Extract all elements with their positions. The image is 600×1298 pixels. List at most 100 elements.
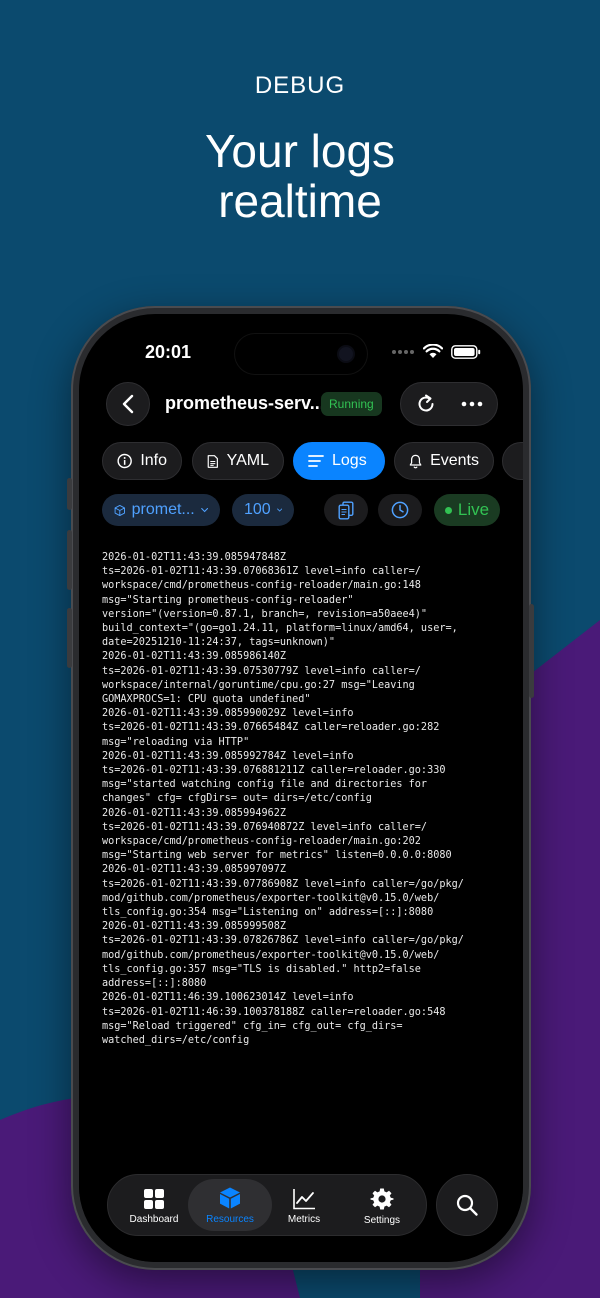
log-line: tls_config.go:357 msg="TLS is disabled."…	[102, 963, 421, 975]
side-button-right	[529, 604, 534, 698]
search-icon	[456, 1194, 478, 1216]
log-line: 2026-01-02T11:43:39.085986140Z	[102, 651, 287, 663]
log-line: 2026-01-02T11:43:39.085997097Z	[102, 864, 287, 876]
tabbar-metrics[interactable]: Metrics	[268, 1175, 340, 1237]
tab-logs[interactable]: Logs	[293, 442, 385, 480]
status-badge: Running	[321, 392, 382, 416]
log-line: msg="Starting web server for metrics" li…	[102, 850, 452, 862]
phone-screen: 20:01 prometheus-serv... Running Info YA…	[79, 314, 523, 1262]
search-button[interactable]	[436, 1174, 498, 1236]
dynamic-island	[235, 334, 367, 374]
tabbar-resources-label: Resources	[206, 1213, 254, 1225]
side-button-left-2	[67, 530, 72, 590]
log-line: workspace/cmd/prometheus-config-reloader…	[102, 836, 421, 848]
wifi-icon	[423, 344, 443, 358]
log-line: date=20251210-11:24:37, tags=unknown)"	[102, 637, 336, 649]
log-line: ts=2026-01-02T11:43:39.07786908Z level=i…	[102, 878, 464, 890]
refresh-icon	[418, 394, 434, 412]
container-select[interactable]: promet...	[102, 494, 220, 526]
chevron-left-icon	[122, 394, 134, 414]
copy-button[interactable]	[324, 494, 368, 526]
clock-icon	[391, 501, 409, 519]
live-dot-icon	[444, 506, 452, 514]
line-count-value: 100	[244, 501, 271, 518]
promo-eyebrow: DEBUG	[254, 72, 346, 99]
side-button-left-1	[67, 478, 72, 510]
side-button-left-3	[67, 608, 72, 668]
header-actions	[400, 382, 498, 426]
log-line: msg="Reload triggered" cfg_in= cfg_out= …	[102, 1020, 403, 1032]
refresh-button[interactable]	[415, 393, 437, 415]
log-line: mod/github.com/prometheus/exporter-toolk…	[102, 892, 440, 904]
tab-info-label: Info	[140, 452, 167, 469]
more-button[interactable]	[461, 401, 483, 407]
log-line: ts=2026-01-02T11:43:39.076940872Z level=…	[102, 821, 428, 833]
tabbar-resources[interactable]: Resources	[188, 1179, 272, 1231]
tabbar-metrics-label: Metrics	[287, 1213, 321, 1225]
log-line: ts=2026-01-02T11:43:39.07665484Z caller=…	[102, 722, 440, 734]
tab-yaml-label: YAML	[226, 452, 269, 469]
tabbar-dashboard-label: Dashboard	[129, 1213, 179, 1225]
cube-icon	[220, 1187, 240, 1208]
back-button[interactable]	[106, 382, 150, 426]
log-line: msg="started watching config file and di…	[102, 779, 428, 791]
gear-icon	[370, 1188, 394, 1209]
tabbar-settings-label: Settings	[363, 1214, 401, 1226]
live-label: Live	[457, 500, 490, 519]
log-line: 2026-01-02T11:43:39.085947848Z	[102, 552, 287, 563]
tab-yaml[interactable]: YAML	[192, 442, 284, 480]
log-line: watched_dirs=/etc/config	[102, 1034, 250, 1046]
log-line: 2026-01-02T11:43:39.085992784Z level=inf…	[102, 750, 354, 762]
tabbar-dashboard[interactable]: Dashboard	[118, 1175, 190, 1237]
log-line: msg="reloading via HTTP"	[102, 736, 250, 748]
log-line: ts=2026-01-02T11:43:39.07826786Z level=i…	[102, 935, 464, 947]
log-line: GOMAXPROCS=1: CPU quota undefined"	[102, 694, 311, 706]
signal-dots-icon	[392, 349, 414, 354]
battery-icon	[451, 344, 481, 359]
log-line: mod/github.com/prometheus/exporter-toolk…	[102, 949, 440, 961]
log-line: version="(version=0.87.1, branch=, revis…	[102, 608, 428, 620]
log-line: build_context="(go=go1.24.11, platform=l…	[102, 623, 458, 635]
status-time: 20:01	[145, 342, 192, 362]
headline-line-1: Your logs	[204, 125, 396, 177]
tab-logs-label: Logs	[332, 452, 367, 469]
log-line: 2026-01-02T11:43:39.085999508Z	[102, 921, 287, 933]
log-output[interactable]: 2026-01-02T11:43:39.085947848Z ts=2026-01…	[79, 536, 523, 1262]
tab-overflow[interactable]	[502, 442, 523, 480]
log-line: address=[::]:8080	[102, 978, 207, 990]
line-count-select[interactable]: 100	[232, 494, 294, 526]
log-line: ts=2026-01-02T11:43:39.07530779Z level=i…	[102, 665, 421, 677]
tabbar-settings[interactable]: Settings	[346, 1175, 418, 1237]
chevron-down-icon	[200, 508, 208, 513]
timestamp-toggle[interactable]	[378, 494, 422, 526]
log-line: tls_config.go:354 msg="Listening on" add…	[102, 907, 434, 919]
log-line: ts=2026-01-02T11:46:39.100378188Z caller…	[102, 1006, 446, 1018]
pod-title: prometheus-serv...	[165, 393, 321, 413]
copy-icon	[338, 501, 354, 520]
status-icons	[391, 344, 481, 359]
document-icon	[207, 454, 218, 468]
grid-icon	[144, 1188, 164, 1209]
log-line: 2026-01-02T11:43:39.085994962Z	[102, 807, 287, 819]
log-line: workspace/cmd/prometheus-config-reloader…	[102, 580, 421, 592]
promo-headline: Your logs realtime	[0, 126, 600, 226]
chart-icon	[293, 1188, 315, 1209]
headline-line-2: realtime	[218, 175, 382, 227]
log-line: ts=2026-01-02T11:43:39.076881211Z caller…	[102, 765, 446, 777]
bell-icon	[409, 454, 422, 468]
tab-events[interactable]: Events	[394, 442, 494, 480]
live-toggle[interactable]: Live	[434, 494, 500, 526]
log-line: 2026-01-02T11:43:39.085990029Z level=inf…	[102, 708, 354, 720]
bottom-tabbar: Dashboard Resources Metrics Settings	[107, 1174, 427, 1236]
tab-events-label: Events	[430, 452, 479, 469]
log-line: changes" cfg= cfgDirs= out= dirs=/etc/co…	[102, 793, 372, 805]
log-line: ts=2026-01-02T11:43:39.07068361Z level=i…	[102, 566, 421, 578]
log-line: workspace/internal/goruntime/cpu.go:27 m…	[102, 679, 415, 691]
log-line: 2026-01-02T11:46:39.100623014Z level=inf…	[102, 992, 354, 1004]
tab-info[interactable]: Info	[102, 442, 182, 480]
container-select-value: promet...	[131, 501, 195, 518]
lines-icon	[308, 455, 324, 467]
info-circle-icon	[117, 453, 132, 469]
log-text: 2026-01-02T11:43:39.085947848Z ts=2026-01…	[102, 551, 502, 1048]
camera-icon	[339, 347, 353, 361]
